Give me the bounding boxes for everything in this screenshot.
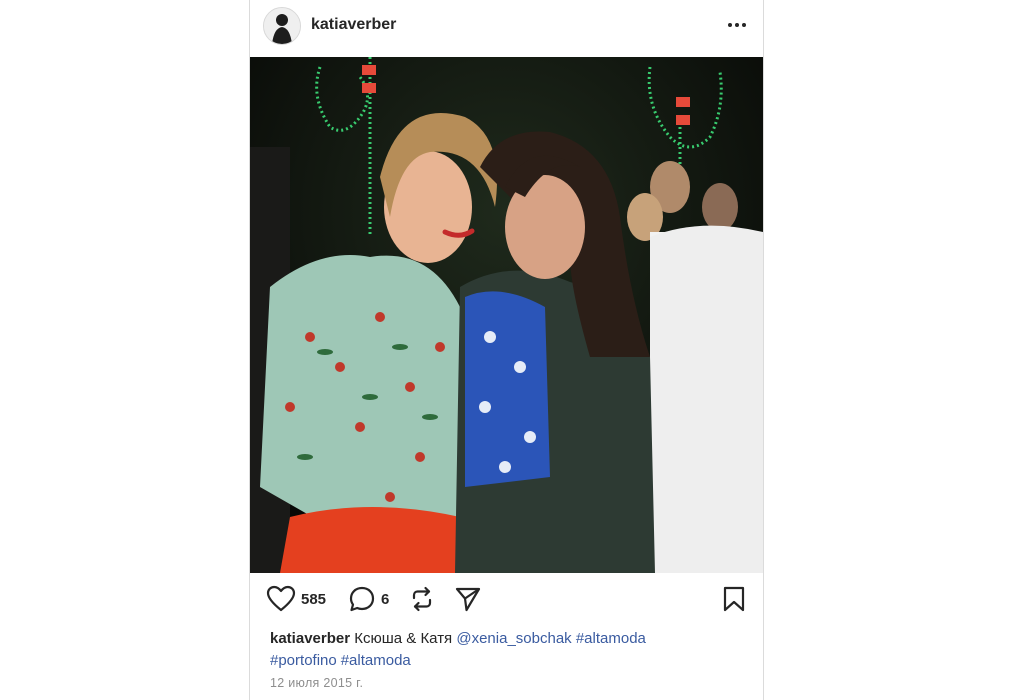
caption-text: Ксюша & Катя: [354, 630, 453, 647]
caption-hashtag[interactable]: #altamoda: [576, 630, 646, 647]
instagram-post: katiaverber 585 6 katiaverber Ксюша & Ка…: [249, 0, 764, 700]
share-icon[interactable]: [454, 585, 482, 613]
save-button[interactable]: [722, 584, 746, 614]
comment-icon[interactable]: [348, 585, 376, 613]
comment-button[interactable]: 6: [348, 584, 389, 614]
comment-count[interactable]: 6: [381, 591, 389, 608]
photo-illustration: [250, 57, 763, 573]
post-actions: 585 6: [250, 584, 763, 618]
caption-hashtag[interactable]: #altamoda: [341, 652, 411, 669]
post-photo[interactable]: [250, 57, 763, 573]
more-dots-icon[interactable]: [725, 13, 749, 37]
heart-icon[interactable]: [266, 585, 296, 613]
caption-mention[interactable]: @xenia_sobchak: [456, 630, 571, 647]
repost-button[interactable]: [408, 584, 436, 614]
like-button[interactable]: 585: [266, 584, 326, 614]
post-caption: katiaverber Ксюша & Катя @xenia_sobchak …: [270, 628, 730, 672]
like-count[interactable]: 585: [301, 591, 326, 608]
avatar[interactable]: [263, 7, 301, 45]
post-header: katiaverber: [250, 0, 763, 56]
bookmark-icon[interactable]: [722, 585, 746, 613]
share-button[interactable]: [454, 584, 482, 614]
post-date[interactable]: 12 июля 2015 г.: [270, 676, 363, 690]
repost-icon[interactable]: [408, 585, 436, 613]
caption-hashtag[interactable]: #portofino: [270, 652, 337, 669]
caption-username[interactable]: katiaverber: [270, 630, 350, 647]
post-username[interactable]: katiaverber: [311, 16, 396, 34]
